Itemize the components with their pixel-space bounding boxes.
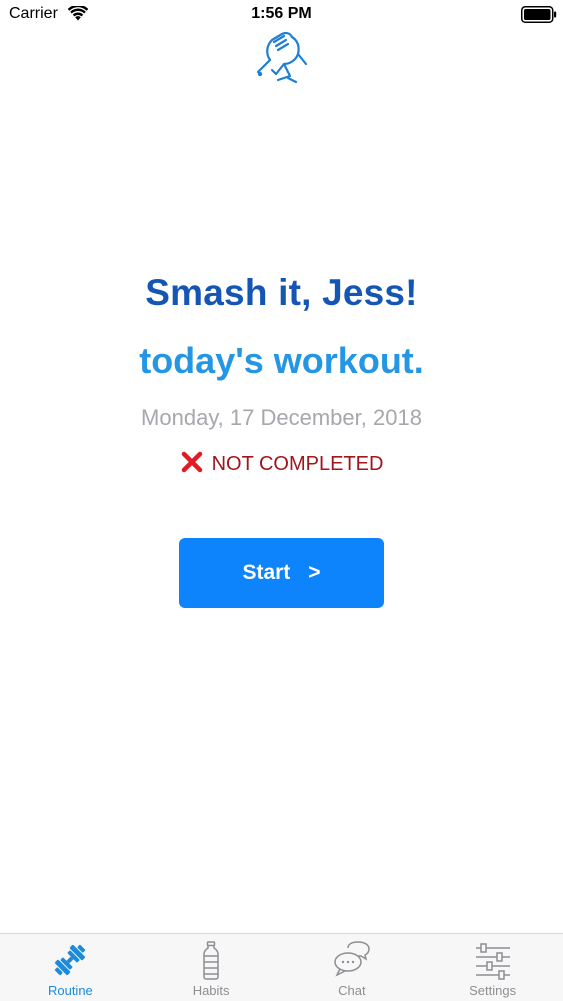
- tab-chat[interactable]: Chat: [282, 934, 423, 1001]
- chat-bubbles-icon: [334, 941, 370, 977]
- dumbbell-icon: [55, 944, 86, 976]
- chevron-right-icon: >: [308, 561, 321, 584]
- status-bar: Carrier 1:56 PM: [0, 0, 563, 30]
- handshake-logo-icon: [256, 31, 308, 84]
- battery-icon: [521, 6, 557, 23]
- tab-settings-label: Settings: [469, 983, 517, 998]
- red-x-icon: [181, 451, 202, 473]
- sliders-icon: [475, 943, 510, 980]
- tab-bar: Routine Habits Chat Settings: [0, 933, 563, 1001]
- tab-habits[interactable]: Habits: [141, 934, 282, 1001]
- clock: 1:56 PM: [251, 5, 312, 22]
- tab-habits-label: Habits: [192, 983, 230, 998]
- completion-status-text: NOT COMPLETED: [211, 453, 384, 475]
- water-bottle-icon: [203, 941, 219, 980]
- completion-status: NOT COMPLETED: [0, 450, 563, 476]
- greeting-headline: Smash it, Jess!: [145, 272, 418, 313]
- start-button-label: Start: [242, 561, 291, 584]
- tab-settings[interactable]: Settings: [422, 934, 563, 1001]
- start-button[interactable]: Start >: [179, 538, 384, 608]
- workout-subheadline: today's workout.: [139, 340, 424, 381]
- tab-chat-label: Chat: [338, 983, 366, 998]
- tab-routine[interactable]: Routine: [0, 934, 141, 1001]
- tab-routine-label: Routine: [47, 983, 93, 998]
- workout-date: Monday, 17 December, 2018: [141, 405, 422, 430]
